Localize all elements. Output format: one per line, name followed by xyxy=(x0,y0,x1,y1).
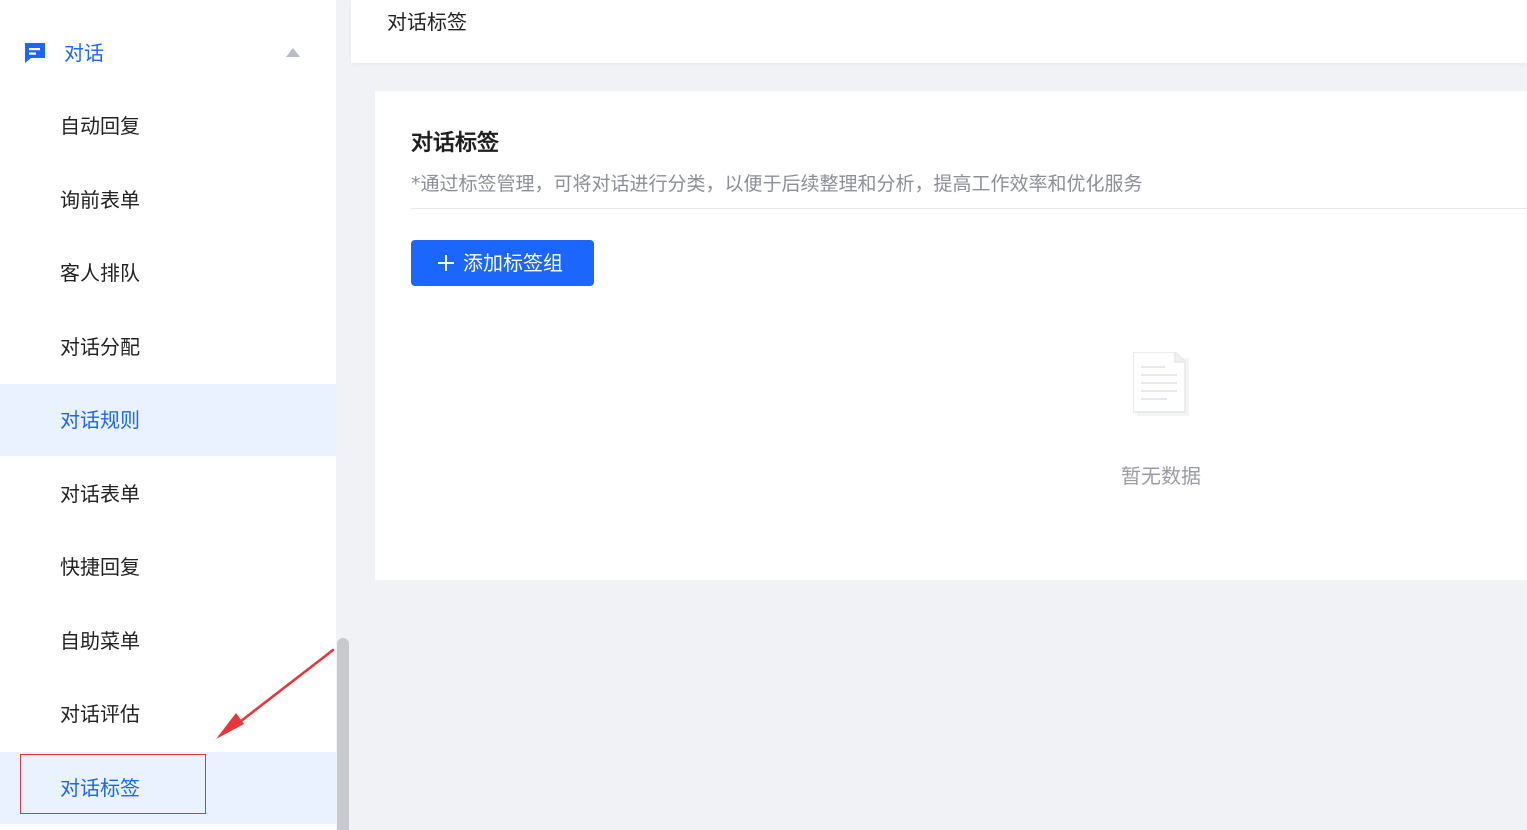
content-card: 对话标签 *通过标签管理，可将对话进行分类，以便于后续整理和分析，提高工作效率和… xyxy=(375,91,1527,580)
sidebar-item-quick-reply[interactable]: 快捷回复 xyxy=(0,531,336,603)
chat-icon xyxy=(25,43,45,63)
caret-up-icon[interactable] xyxy=(286,48,300,57)
sidebar-item-chat-form[interactable]: 对话表单 xyxy=(0,458,336,530)
sidebar-item-label: 对话评估 xyxy=(60,702,140,726)
sidebar-item-auto-reply[interactable]: 自动回复 xyxy=(0,90,336,162)
sidebar-item-chat-assignment[interactable]: 对话分配 xyxy=(0,311,336,383)
sidebar-item-chat-evaluation[interactable]: 对话评估 xyxy=(0,678,336,750)
add-tag-group-button[interactable]: 添加标签组 xyxy=(411,240,594,286)
sidebar-item-chat-tags[interactable]: 对话标签 xyxy=(0,752,336,824)
empty-document-icon xyxy=(1133,352,1189,416)
sidebar-item-pre-chat-form[interactable]: 询前表单 xyxy=(0,164,336,236)
sidebar-item-label: 客人排队 xyxy=(60,261,140,285)
sidebar-group-chat[interactable]: 对话 xyxy=(0,18,336,90)
sidebar-item-label: 对话分配 xyxy=(60,335,140,359)
sidebar-item-label: 自助菜单 xyxy=(60,629,140,653)
sidebar-item-label: 自动回复 xyxy=(60,114,140,138)
empty-state-text: 暂无数据 xyxy=(1121,464,1201,488)
sidebar-item-label: 对话标签 xyxy=(60,776,140,800)
sidebar-item-self-service-menu[interactable]: 自助菜单 xyxy=(0,605,336,677)
sidebar-group-label: 对话 xyxy=(64,41,104,65)
plus-icon xyxy=(438,255,454,271)
sidebar-scrollbar-thumb[interactable] xyxy=(337,638,349,830)
sidebar-item-label: 快捷回复 xyxy=(60,555,140,579)
divider xyxy=(411,208,1527,209)
section-description: *通过标签管理，可将对话进行分类，以便于后续整理和分析，提高工作效率和优化服务 xyxy=(411,173,1143,195)
add-tag-group-label: 添加标签组 xyxy=(463,251,563,275)
sidebar: 对话 自动回复 询前表单 客人排队 对话分配 对话规则 对话表单 快捷回复 自助… xyxy=(0,0,336,830)
sidebar-item-label: 询前表单 xyxy=(60,188,140,212)
page-header: 对话标签 xyxy=(351,0,1527,63)
sidebar-item-label: 对话规则 xyxy=(60,408,140,432)
page-title: 对话标签 xyxy=(387,10,467,34)
sidebar-item-visitor-queue[interactable]: 客人排队 xyxy=(0,237,336,309)
section-title: 对话标签 xyxy=(411,131,500,156)
sidebar-item-label: 对话表单 xyxy=(60,482,140,506)
sidebar-item-chat-rules[interactable]: 对话规则 xyxy=(0,384,336,456)
